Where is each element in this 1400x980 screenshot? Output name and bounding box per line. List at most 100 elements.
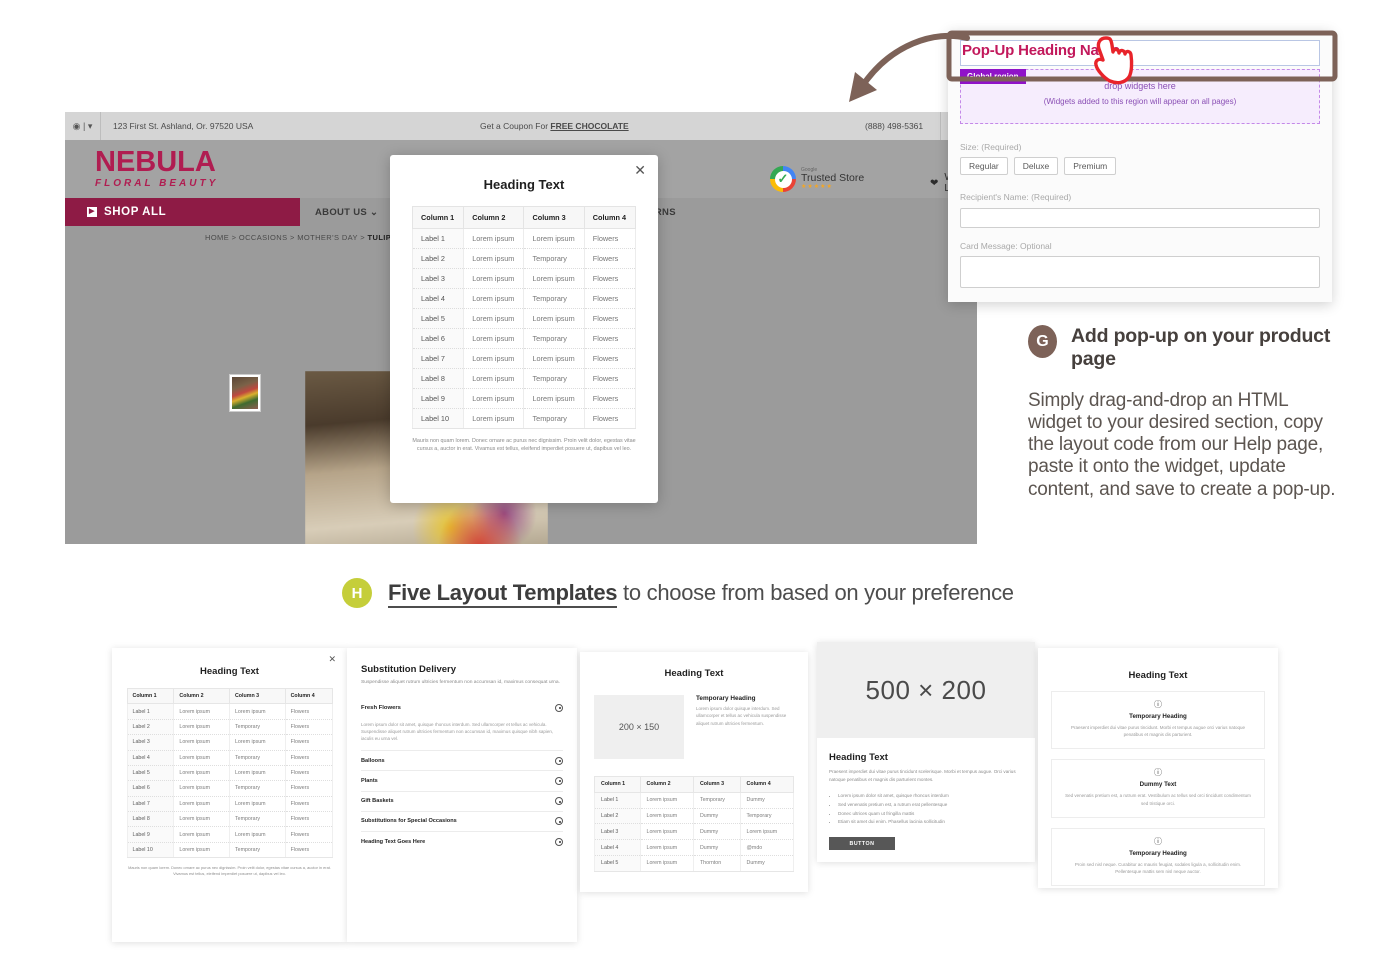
table-cell: Temporary (228, 811, 286, 828)
coupon-link[interactable]: FREE CHOCOLATE (550, 121, 628, 131)
close-icon[interactable]: ✕ (634, 163, 646, 177)
table-col-header: Column 3 (523, 206, 585, 229)
globe-icon[interactable]: ◉ | ▾ (65, 112, 101, 140)
expand-circle-icon[interactable] (555, 817, 563, 826)
accordion-row[interactable]: Balloons (361, 750, 563, 770)
google-seal-icon: ✓ (770, 166, 796, 192)
shop-all-button[interactable]: ▶ SHOP ALL (65, 198, 300, 226)
table-cell: Label 2 (126, 719, 175, 736)
table-header-row: Column 1 Column 2 Column 3 Column 4 (126, 687, 333, 705)
expand-circle-icon[interactable] (555, 797, 563, 806)
table-cell: Flowers (583, 308, 637, 329)
table-cell: Label 3 (126, 734, 175, 751)
store-phone[interactable]: (888) 498-5361 (865, 121, 923, 131)
template-2-accordion: Balloons Plants Gift Baskets Substitutions … (361, 750, 563, 851)
table-cell: Temporary (523, 368, 585, 389)
table-cell: Lorem ipsum (173, 765, 230, 782)
size-required-text: (Required) (981, 142, 1022, 152)
table-cell: Lorem ipsum (173, 796, 230, 813)
table-cell: Label 3 (594, 823, 641, 841)
store-logo[interactable]: NEBULA FLORAL BEAUTY (95, 148, 218, 190)
table-col-header: Column 1 (126, 687, 175, 705)
accordion-label: Gift Baskets (361, 798, 394, 805)
table-col-header: Column 2 (173, 687, 230, 705)
template-5-cards: ⓘ Temporary Heading Praesent imperdiet dui… (1038, 691, 1278, 887)
template-1[interactable]: ✕ Heading Text Column 1 Column 2 Column … (112, 648, 347, 942)
recipient-name-input[interactable] (960, 208, 1320, 228)
table-cell: Flowers (583, 348, 637, 369)
table-cell: Label 1 (411, 228, 465, 249)
expand-circle-icon[interactable] (555, 776, 563, 785)
table-cell: Temporary (228, 750, 286, 766)
table-cell: Temporary (523, 328, 585, 349)
template-4-body-wrap: Heading Text Praesent imperdiet dui vita… (817, 738, 1035, 851)
product-thumbnail[interactable] (229, 374, 261, 412)
table-cell: Flowers (284, 811, 333, 828)
table-row: Label 6 Lorem ipsum Temporary Flowers (411, 328, 637, 349)
template-5[interactable]: Heading Text ⓘ Temporary Heading Praesent … (1038, 648, 1278, 888)
table-header-row: Column 1 Column 2 Column 3 Column 4 (411, 206, 637, 229)
breadcrumb-home[interactable]: HOME (205, 233, 229, 242)
table-cell: Flowers (583, 408, 637, 429)
table-row: Label 1 Lorem ipsum Temporary Dummy (594, 792, 795, 809)
table-cell: Label 10 (411, 408, 465, 429)
accordion-row[interactable]: Heading Text Goes Here (361, 830, 563, 851)
dropzone-line-2: (Widgets added to this region will appea… (1043, 97, 1237, 106)
shop-all-label: SHOP ALL (104, 206, 167, 218)
accordion-row[interactable]: Gift Baskets (361, 790, 563, 811)
size-option-premium[interactable]: Premium (1064, 157, 1117, 175)
table-cell: Flowers (284, 826, 333, 843)
table-cell: Lorem ipsum (173, 826, 230, 843)
table-cell: Label 7 (126, 796, 175, 813)
info-card-body: Praesent imperdiet dui vitae purus tinci… (1070, 725, 1246, 738)
close-icon[interactable]: ✕ (328, 654, 336, 665)
table-cell: Temporary (523, 248, 585, 269)
table-cell: Label 2 (411, 248, 465, 269)
size-option-regular[interactable]: Regular (960, 157, 1008, 175)
size-option-deluxe[interactable]: Deluxe (1013, 157, 1059, 175)
table-cell: Label 6 (126, 780, 175, 797)
card-message-textarea[interactable] (960, 256, 1320, 288)
template-2[interactable]: Substitution Delivery Suspendisse alique… (347, 648, 577, 942)
callout-g-badge: G (1028, 325, 1058, 358)
expand-circle-icon[interactable] (555, 703, 563, 712)
table-cell: Lorem ipsum (463, 268, 525, 289)
accordion-label: Balloons (361, 757, 385, 764)
template-3[interactable]: Heading Text 200 × 150 Temporary Heading… (580, 652, 808, 892)
table-cell: Lorem ipsum (228, 765, 286, 782)
table-row: Label 5 Lorem ipsum Lorem ipsum Flowers (126, 765, 333, 782)
modal-table-body: Label 1 Lorem ipsum Lorem ipsum Flowers Labe… (411, 228, 637, 429)
expand-circle-icon[interactable] (555, 756, 563, 765)
table-cell: Temporary (228, 842, 286, 859)
template-3-table-body: Label 1 Lorem ipsum Temporary Dummy Label 2L… (594, 792, 795, 872)
template-3-heading: Heading Text (664, 668, 724, 679)
table-cell: Flowers (583, 228, 637, 249)
template-2-open-body: Lorem ipsum dolor sit amet, quisque rhon… (361, 721, 554, 741)
breadcrumb-occasions[interactable]: OCCASIONS (239, 233, 288, 242)
expand-circle-icon[interactable] (555, 837, 563, 846)
table-cell: Lorem ipsum (228, 826, 286, 843)
recipient-name-label: Recipient's Name: (Required) (960, 192, 1071, 202)
table-col-header: Column 3 (228, 687, 286, 705)
template-4-button[interactable]: BUTTON (829, 837, 895, 851)
template-2-open-row[interactable]: Fresh Flowers (361, 703, 563, 712)
table-cell: Lorem ipsum (463, 248, 525, 269)
table-cell: Lorem ipsum (463, 308, 525, 329)
table-cell: Dummy (739, 792, 795, 809)
info-card: ⓘ Temporary Heading Proin sed nisl neque. … (1051, 827, 1265, 887)
sender-signature-label: Sender's Signature: (Required) (960, 300, 1077, 302)
accordion-label: Plants (361, 777, 378, 784)
template-3-media-row: 200 × 150 Temporary Heading Lorem ipsum … (594, 695, 794, 759)
accordion-row[interactable]: Substitutions for Special Occasions (361, 810, 563, 831)
nav-item-about-us[interactable]: ABOUT US ⌄ (315, 207, 378, 218)
template-4[interactable]: 500 × 200 Heading Text Praesent imperdie… (817, 642, 1035, 862)
table-cell: Lorem ipsum (228, 734, 286, 751)
info-card: ⓘ Dummy Text Sed venenatis pretium est, a … (1051, 759, 1265, 818)
sender-label-text: Sender's Signature: (960, 300, 1034, 302)
table-cell: Dummy (739, 855, 795, 872)
table-cell: Dummy (692, 808, 741, 825)
breadcrumb-mothers-day[interactable]: MOTHER'S DAY (297, 233, 358, 242)
table-cell: Lorem ipsum (228, 796, 286, 813)
table-cell: Lorem ipsum (463, 348, 525, 369)
accordion-row[interactable]: Plants (361, 770, 563, 790)
